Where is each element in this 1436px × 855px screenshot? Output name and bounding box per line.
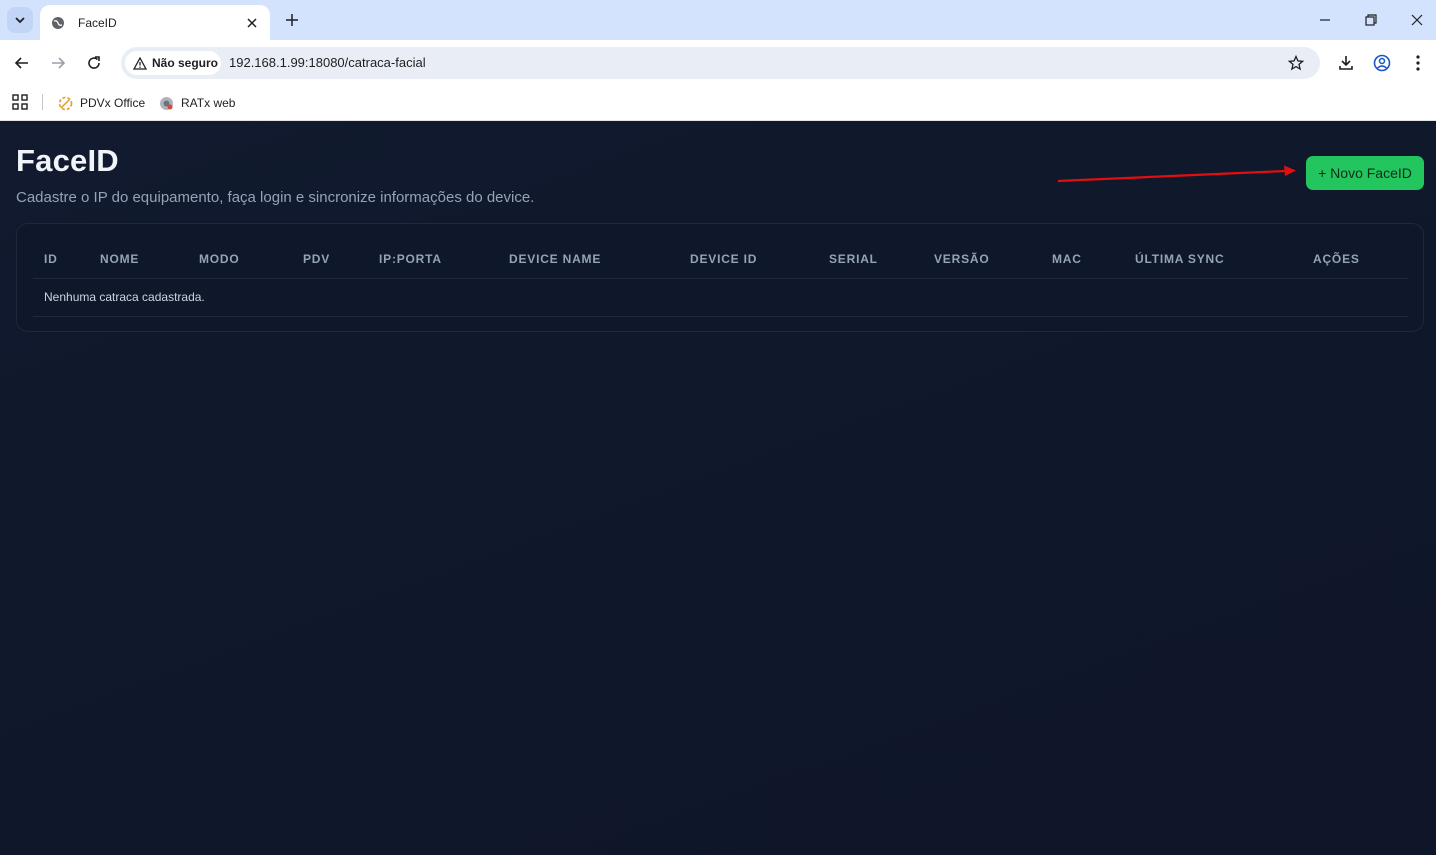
column-header-mac[interactable]: MAC: [1041, 241, 1124, 279]
bookmark-pdvx-office[interactable]: PDVx Office: [57, 92, 145, 114]
kebab-menu-icon: [1416, 55, 1420, 71]
table-header-row: ID NOME MODO PDV IP:PORTA DEVICE NAME DE…: [33, 241, 1408, 279]
plus-icon: [286, 14, 298, 26]
annotation-arrow: [1057, 165, 1296, 183]
close-icon: [1411, 14, 1423, 26]
back-button[interactable]: [12, 53, 32, 73]
page-subtitle: Cadastre o IP do equipamento, faça login…: [16, 189, 535, 206]
close-window-button[interactable]: [1407, 10, 1427, 30]
restore-button[interactable]: [1361, 10, 1381, 30]
column-header-device-id[interactable]: DEVICE ID: [679, 241, 818, 279]
minimize-icon: [1320, 19, 1330, 21]
tab-bar: FaceID: [0, 0, 1436, 40]
column-header-ip-porta[interactable]: IP:PORTA: [368, 241, 498, 279]
reload-icon: [88, 56, 100, 69]
close-tab-icon[interactable]: [244, 15, 260, 31]
column-header-nome[interactable]: NOME: [89, 241, 188, 279]
pdvx-icon: [58, 96, 73, 110]
tab-search-button[interactable]: [7, 7, 33, 33]
devices-table: ID NOME MODO PDV IP:PORTA DEVICE NAME DE…: [33, 241, 1408, 317]
warning-icon: [133, 56, 147, 70]
devices-table-card: ID NOME MODO PDV IP:PORTA DEVICE NAME DE…: [16, 223, 1424, 332]
column-header-acoes[interactable]: AÇÕES: [1302, 241, 1408, 279]
downloads-button[interactable]: [1336, 53, 1356, 73]
bookmark-ratx-web[interactable]: RATx web: [158, 92, 235, 114]
page-content: FaceID Cadastre o IP do equipamento, faç…: [0, 121, 1436, 855]
arrow-right-icon: [52, 57, 66, 69]
forward-button[interactable]: [48, 53, 68, 73]
address-bar[interactable]: Não seguro 192.168.1.99:18080/catraca-fa…: [121, 47, 1320, 79]
download-icon: [1339, 56, 1353, 70]
empty-table-message: Nenhuma catraca cadastrada.: [33, 278, 1408, 317]
bookmarks-bar: PDVx Office RATx web: [0, 86, 1436, 121]
bookmark-label: RATx web: [181, 96, 236, 110]
star-icon: [1288, 55, 1304, 71]
bookmark-star-button[interactable]: [1286, 53, 1306, 73]
url-text[interactable]: 192.168.1.99:18080/catraca-facial: [229, 55, 426, 70]
browser-tab[interactable]: FaceID: [40, 5, 270, 40]
bookmarks-divider: [42, 94, 43, 110]
column-header-modo[interactable]: MODO: [188, 241, 292, 279]
column-header-device-name[interactable]: DEVICE NAME: [498, 241, 679, 279]
column-header-id[interactable]: ID: [33, 241, 89, 279]
page-title: FaceID: [16, 143, 119, 178]
new-faceid-button[interactable]: + Novo FaceID: [1306, 156, 1424, 190]
apps-grid-icon[interactable]: [11, 93, 29, 111]
browser-toolbar: Não seguro 192.168.1.99:18080/catraca-fa…: [0, 40, 1436, 86]
chevron-down-icon: [15, 17, 25, 24]
new-faceid-label: + Novo FaceID: [1318, 165, 1412, 181]
security-label: Não seguro: [152, 56, 219, 70]
reload-button[interactable]: [84, 53, 104, 73]
column-header-pdv[interactable]: PDV: [292, 241, 368, 279]
restore-icon: [1365, 14, 1377, 26]
minimize-button[interactable]: [1315, 10, 1335, 30]
column-header-ultima-sync[interactable]: ÚLTIMA SYNC: [1124, 241, 1302, 279]
profile-button[interactable]: [1372, 53, 1392, 73]
security-chip[interactable]: Não seguro: [125, 51, 221, 75]
new-tab-button[interactable]: [282, 10, 302, 30]
globe-icon: [50, 15, 66, 31]
bookmark-label: PDVx Office: [80, 96, 146, 110]
column-header-versao[interactable]: VERSÃO: [923, 241, 1041, 279]
table-row: Nenhuma catraca cadastrada.: [33, 278, 1408, 317]
ratx-icon: [160, 96, 173, 110]
tab-title: FaceID: [78, 15, 117, 30]
profile-icon: [1373, 54, 1391, 72]
arrow-left-icon: [14, 57, 28, 69]
column-header-serial[interactable]: SERIAL: [818, 241, 923, 279]
menu-button[interactable]: [1408, 53, 1428, 73]
